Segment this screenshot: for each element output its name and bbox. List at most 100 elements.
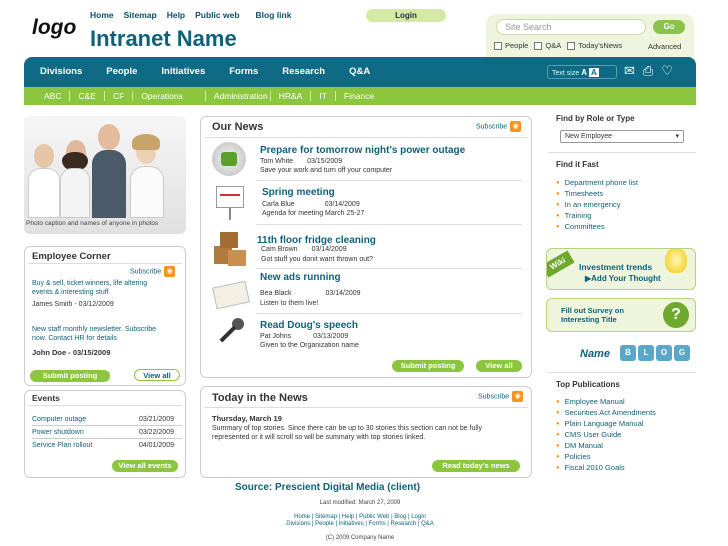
employee-corner-title: Employee Corner xyxy=(32,251,111,262)
top-nav-help[interactable]: Help xyxy=(167,10,185,20)
submit-posting-button[interactable]: Submit posting xyxy=(30,370,110,382)
search-go-button[interactable]: Go xyxy=(653,20,685,34)
source-caption: Source: Prescient Digital Media (client) xyxy=(235,482,421,493)
login-button[interactable]: Login xyxy=(366,9,446,22)
staff-photo xyxy=(24,116,186,234)
publication-item[interactable]: Employee Manual xyxy=(556,397,656,406)
today-news-subscribe[interactable]: Subscribe ◉ xyxy=(478,391,524,402)
employee-corner-subscribe[interactable]: Subscribe ◉ xyxy=(130,266,176,277)
news-4-title[interactable]: New ads running xyxy=(260,272,341,283)
last-modified: Last modified: March 27, 2009 xyxy=(319,500,401,506)
findfast-item[interactable]: In an emergency xyxy=(556,200,638,209)
option-qa[interactable]: Q&A xyxy=(534,41,561,51)
top-nav-home[interactable]: Home xyxy=(90,10,114,20)
subnav-it[interactable]: IT xyxy=(311,91,336,101)
nav-divisions[interactable]: Divisions xyxy=(40,66,82,77)
news-5-title[interactable]: Read Doug's speech xyxy=(260,320,358,331)
survey-box[interactable]: Fill out Survey on Interesting Title ? xyxy=(546,298,696,332)
publication-item[interactable]: Plain Language Manual xyxy=(556,419,656,428)
rss-icon: ◉ xyxy=(164,266,176,277)
wiki-box[interactable]: Wiki Investment trends ▶Add Your Thought xyxy=(546,248,696,290)
wiki-tag: Wiki xyxy=(547,250,575,278)
news-1-title[interactable]: Prepare for tomorrow night's power outag… xyxy=(260,145,465,156)
news-view-all-button[interactable]: View all xyxy=(476,360,522,372)
page-title: Intranet Name xyxy=(90,26,237,51)
nav-forms[interactable]: Forms xyxy=(229,66,258,77)
publication-item[interactable]: CMS User Guide xyxy=(556,430,656,439)
publications-list: Employee Manual Securities Act Amendment… xyxy=(556,397,656,474)
news-4-desc: Listen to them live! xyxy=(260,300,319,307)
role-select[interactable]: New Employee ▾ xyxy=(560,130,684,143)
subnav-administration[interactable]: Administration xyxy=(206,91,271,101)
boxes-icon xyxy=(214,232,246,266)
findfast-title: Find it Fast xyxy=(556,160,599,169)
rss-icon: ◉ xyxy=(512,391,524,402)
findfast-item[interactable]: Department phone list xyxy=(556,178,638,187)
question-icon: ? xyxy=(663,302,689,328)
events-title: Events xyxy=(32,393,60,403)
option-people[interactable]: People xyxy=(494,41,528,51)
subnav-hra[interactable]: HR&A xyxy=(271,91,312,101)
chevron-down-icon: ▾ xyxy=(675,133,679,140)
today-news-summary: Summary of top stories. Since there can … xyxy=(212,425,483,441)
our-news-subscribe[interactable]: Subscribe ◉ xyxy=(476,121,522,132)
favorite-icon[interactable]: ♡ xyxy=(661,63,673,79)
top-nav: Home Sitemap Help Public web Blog link xyxy=(90,10,291,20)
news-2-date: 03/14/2009 xyxy=(324,201,360,208)
findfast-item[interactable]: Timesheets xyxy=(556,189,638,198)
employee-view-all-button[interactable]: View all xyxy=(134,369,180,381)
logo[interactable]: logo xyxy=(32,16,76,40)
news-submit-posting-button[interactable]: Submit posting xyxy=(392,360,464,372)
nav-initiatives[interactable]: Initiatives xyxy=(161,66,205,77)
top-nav-blog-link[interactable]: Blog link xyxy=(256,10,292,20)
microphone-icon xyxy=(214,318,246,352)
subnav-finance[interactable]: Finance xyxy=(336,91,382,101)
news-5-date: 03/13/2009 xyxy=(313,333,349,340)
today-news-title: Today in the News xyxy=(212,392,308,404)
photo-caption: Photo caption and names of anyone in pho… xyxy=(26,220,159,227)
wiki-title: Investment trends xyxy=(579,262,653,272)
nav-people[interactable]: People xyxy=(106,66,137,77)
employee-post-2[interactable]: New staff monthly newsletter. Subscribe … xyxy=(32,325,164,343)
publication-item[interactable]: Fiscal 2010 Goals xyxy=(556,463,656,472)
search-input[interactable]: Site Search xyxy=(496,19,646,35)
role-title: Find by Role or Type xyxy=(556,114,635,123)
employee-post-1-author: James Smith - 03/12/2009 xyxy=(32,301,114,308)
event-row[interactable]: Service Plan rollout 04/01/2009 xyxy=(32,442,182,449)
publications-title: Top Publications xyxy=(556,380,620,389)
publication-item[interactable]: DM Manual xyxy=(556,441,656,450)
print-icon[interactable]: ⎙ xyxy=(643,63,653,79)
findfast-item[interactable]: Training xyxy=(556,211,638,220)
copyright: (C) 2009 Company Name xyxy=(325,535,395,541)
nav-research[interactable]: Research xyxy=(282,66,325,77)
nav-qa[interactable]: Q&A xyxy=(349,66,370,77)
findfast-item[interactable]: Committees xyxy=(556,222,638,231)
footer-links-2[interactable]: Divisions | People | Initiatives | Forms… xyxy=(200,521,520,527)
view-all-events-button[interactable]: View all events xyxy=(112,460,178,472)
event-row[interactable]: Computer outage 03/21/2009 xyxy=(32,416,182,426)
news-2-title[interactable]: Spring meeting xyxy=(262,187,335,198)
read-todays-news-button[interactable]: Read today's news xyxy=(432,460,520,472)
employee-post-1[interactable]: Buy & sell, ticket winners, life alterin… xyxy=(32,279,152,297)
sub-nav: ABC C&E CF Operations Administration HR&… xyxy=(24,87,696,105)
text-size-control[interactable]: Text size AA xyxy=(547,65,617,79)
publication-item[interactable]: Securities Act Amendments xyxy=(556,408,656,417)
news-3-title[interactable]: 11th floor fridge cleaning xyxy=(257,235,376,246)
advanced-search-link[interactable]: Advanced xyxy=(648,42,681,51)
presentation-board-icon xyxy=(214,184,246,220)
subnav-ce[interactable]: C&E xyxy=(70,91,105,101)
news-3-author: Cam Brown xyxy=(261,246,298,253)
subnav-cf[interactable]: CF xyxy=(105,91,134,101)
footer-links-1[interactable]: Home | Sitemap | Help | Public Web | Blo… xyxy=(200,514,520,520)
email-icon[interactable]: ✉ xyxy=(624,63,635,79)
news-2-author: Carla Blue xyxy=(262,201,295,208)
option-todays-news[interactable]: Today'sNews xyxy=(567,41,622,51)
publication-item[interactable]: Policies xyxy=(556,452,656,461)
top-nav-public-web[interactable]: Public web xyxy=(195,10,239,20)
event-row[interactable]: Power shutdown 03/22/2009 xyxy=(32,429,182,439)
subnav-operations[interactable]: Operations xyxy=(133,91,206,101)
our-news-title: Our News xyxy=(212,121,264,133)
blog-badge[interactable]: B L O G xyxy=(620,345,690,361)
top-nav-sitemap[interactable]: Sitemap xyxy=(124,10,157,20)
subnav-abc[interactable]: ABC xyxy=(36,91,71,101)
